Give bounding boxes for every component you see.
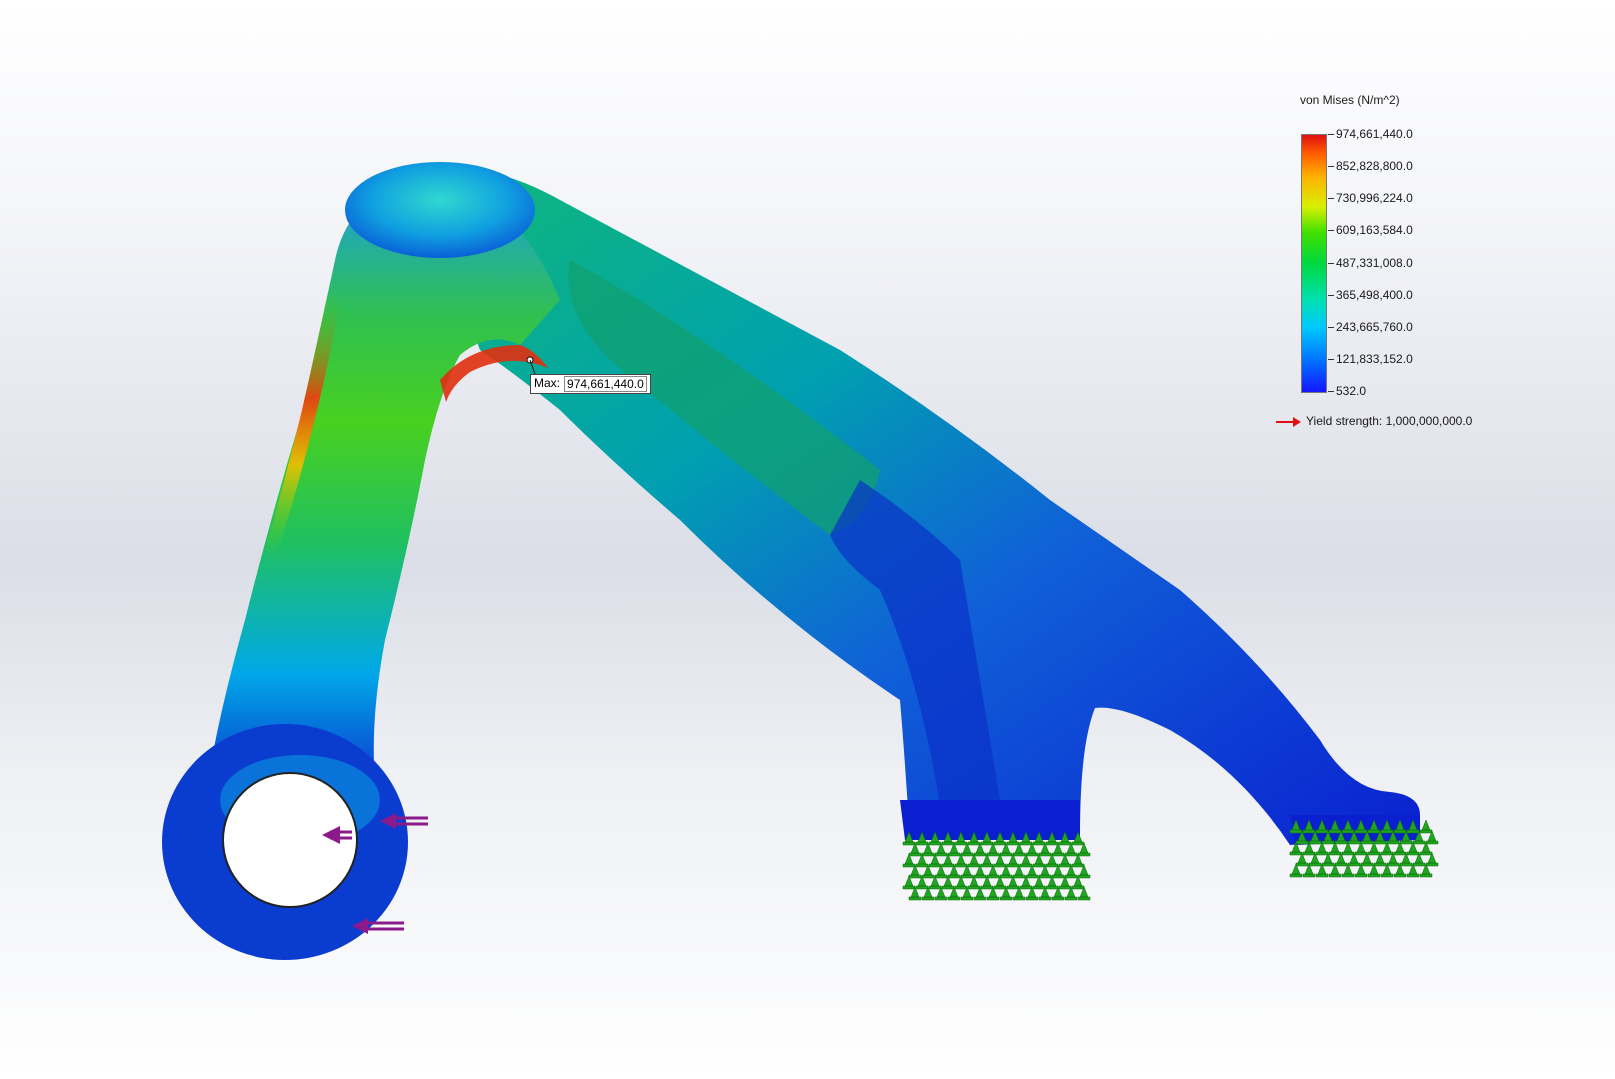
max-stress-label[interactable]: Max: 974,661,440.0 (530, 374, 651, 394)
legend-tick (1328, 198, 1334, 200)
legend-tick (1328, 358, 1334, 360)
yield-value: 1,000,000,000.0 (1385, 414, 1473, 428)
legend-tick-label: 365,498,400.0 (1336, 287, 1413, 302)
legend-tick (1328, 391, 1334, 392)
legend-tick (1328, 294, 1334, 296)
legend-title: von Mises (N/m^2) (1300, 93, 1400, 107)
yield-arrow-icon (1276, 416, 1302, 427)
legend-tick-label: 532.0 (1336, 384, 1367, 398)
legend-tick-label: 974,661,440.0 (1336, 127, 1413, 141)
legend-tick (1328, 326, 1334, 328)
legend-tick (1328, 262, 1334, 264)
legend-tick-label: 730,996,224.0 (1336, 191, 1413, 206)
fixed-geometry-icon (1419, 819, 1433, 834)
legend-tick-label: 852,828,800.0 (1336, 159, 1413, 174)
legend-tick-label: 121,833,152.0 (1336, 351, 1413, 366)
legend-tick-label: 243,665,760.0 (1336, 319, 1413, 334)
top-cap (345, 162, 535, 258)
yield-label: Yield strength: (1306, 414, 1383, 428)
yield-strength: Yield strength: 1,000,000,000.0 (1276, 414, 1472, 428)
legend-tick-label: 487,331,008.0 (1336, 255, 1413, 270)
max-label-text: Max: (534, 376, 561, 390)
legend-colorbar (1301, 134, 1327, 393)
legend-tick (1328, 166, 1334, 168)
legend-tick (1328, 134, 1334, 135)
legend-tick-label: 609,163,584.0 (1336, 223, 1413, 238)
bracket-part[interactable] (162, 162, 1420, 960)
max-label-value: 974,661,440.0 (564, 376, 647, 392)
legend-tick (1328, 230, 1334, 232)
left-arm (210, 184, 560, 781)
stress-legend[interactable]: von Mises (N/m^2) 974,661,440.0 852,828,8… (1276, 90, 1506, 430)
